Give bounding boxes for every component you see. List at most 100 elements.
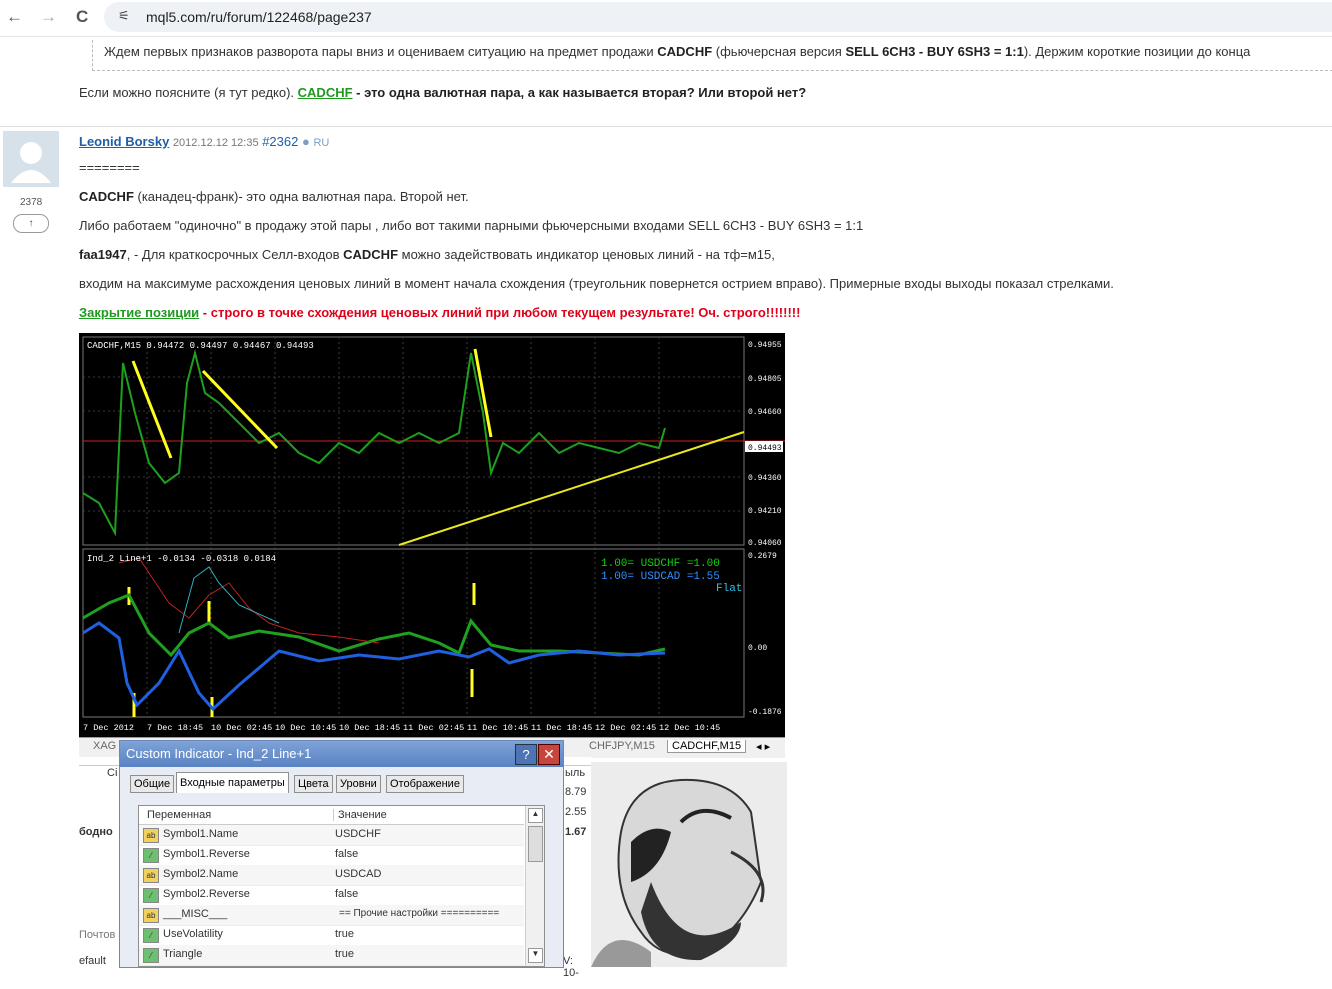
post-date: 2012.12.12 12:35: [172, 137, 259, 149]
terminal-val: 8.79: [565, 786, 587, 798]
quote-text: Ждем первых признаков разворота пары вни…: [104, 44, 1251, 59]
time-tick: 10 Dec 18:45: [339, 723, 400, 733]
site-settings-icon[interactable]: ⚟: [118, 8, 130, 24]
close-button[interactable]: ✕: [538, 744, 560, 765]
table-row[interactable]: ⁄ Symbol1.Reverse false: [139, 845, 524, 866]
indicator-title: Ind_2 Line+1 -0.0134 -0.0318 0.0184: [87, 554, 276, 564]
bool-icon: ⁄: [143, 948, 159, 963]
close-position-link[interactable]: Закрытие позиции: [79, 305, 199, 320]
speech-bubble-icon: ●: [301, 134, 310, 149]
tab-display[interactable]: Отображение: [386, 775, 464, 793]
param-value[interactable]: false: [335, 848, 358, 860]
column-variable: Переменная: [147, 809, 212, 821]
post-line-separator: ========: [79, 160, 140, 175]
terminal-val: 2.55: [565, 806, 587, 818]
param-value[interactable]: USDCHF: [335, 828, 381, 840]
param-value[interactable]: true: [335, 928, 354, 940]
param-name: Symbol2.Reverse: [163, 888, 250, 900]
param-name: ___MISC___: [163, 908, 228, 920]
caricature-drawing: [591, 778, 765, 967]
tab-levels[interactable]: Уровни: [336, 775, 381, 793]
price-tick-current: 0.94493: [748, 444, 782, 453]
scroll-down-icon[interactable]: ▼: [528, 948, 543, 963]
time-tick: 12 Dec 02:45: [595, 723, 656, 733]
post-line-5: Закрытие позиции - строго в точке схожде…: [79, 305, 801, 320]
table-scrollbar[interactable]: ▲ ▼: [525, 806, 544, 966]
question-text: Если можно поясните (я тут редко). CADCH…: [79, 85, 807, 100]
price-tick: 0.94360: [748, 474, 782, 483]
help-button[interactable]: ?: [515, 744, 537, 765]
param-value[interactable]: true: [335, 948, 354, 960]
table-row[interactable]: ⁄ Symbol2.Reverse false: [139, 885, 524, 906]
tab-scroll-arrows-icon[interactable]: ◂ ▸: [756, 740, 770, 753]
cadchf-link[interactable]: CADCHF: [298, 85, 353, 100]
indicator-tick: 0.2679: [748, 552, 777, 561]
tab-general[interactable]: Общие: [130, 775, 175, 793]
param-value[interactable]: false: [335, 888, 358, 900]
param-name: Symbol1.Reverse: [163, 848, 250, 860]
time-tick: 10 Dec 02:45: [211, 723, 272, 733]
param-value[interactable]: == Прочие настройки ==========: [339, 908, 499, 919]
terminal-label: V: 10-: [563, 955, 579, 979]
author-link[interactable]: Leonid Borsky: [79, 134, 169, 149]
browser-toolbar: ← → C ⚟ mql5.com/ru/forum/122468/page237: [0, 0, 1332, 37]
post-divider: [0, 126, 1332, 127]
bool-icon: ⁄: [143, 888, 159, 903]
forward-icon[interactable]: →: [40, 7, 57, 27]
reload-icon[interactable]: C: [76, 7, 88, 27]
scroll-thumb[interactable]: [528, 826, 543, 862]
param-name: Triangle: [163, 948, 203, 960]
param-value[interactable]: USDCAD: [335, 868, 381, 880]
terminal-label: Почтов: [79, 929, 116, 941]
time-tick: 7 Dec 18:45: [147, 723, 203, 733]
param-name: Symbol1.Name: [163, 828, 239, 840]
string-icon: ab: [143, 868, 159, 883]
terminal-col: ыль: [565, 767, 586, 779]
post-line-4: входим на максимуме расхождения ценовых …: [79, 276, 1114, 291]
table-row[interactable]: ab Symbol1.Name USDCHF: [139, 825, 524, 846]
chart-title: CADCHF,M15 0.94472 0.94497 0.94467 0.944…: [87, 341, 314, 351]
time-tick: 11 Dec 10:45: [467, 723, 528, 733]
column-value: Значение: [333, 809, 387, 821]
upvote-button[interactable]: ↑: [13, 214, 49, 233]
tab-colors[interactable]: Цвета: [294, 775, 333, 793]
price-tick: 0.94955: [748, 341, 782, 350]
avatar[interactable]: [3, 131, 59, 187]
time-tick: 11 Dec 02:45: [403, 723, 464, 733]
tab-cadchf[interactable]: CADCHF,M15: [667, 740, 747, 753]
post-line-1: CADCHF (канадец-франк)- это одна валютна…: [79, 189, 469, 204]
post-language: RU: [313, 137, 330, 149]
scroll-up-icon[interactable]: ▲: [528, 808, 543, 823]
price-tick: 0.94060: [748, 539, 782, 548]
url-text[interactable]: mql5.com/ru/forum/122468/page237: [146, 9, 372, 25]
price-tick: 0.94660: [748, 408, 782, 417]
price-tick: 0.94210: [748, 507, 782, 516]
table-header: Переменная Значение: [139, 806, 524, 825]
back-icon[interactable]: ←: [6, 7, 23, 27]
time-tick: 11 Dec 18:45: [531, 723, 592, 733]
terminal-val: 1.67: [565, 826, 587, 838]
tab-xag[interactable]: XAG: [93, 740, 116, 752]
custom-indicator-dialog: Custom Indicator - Ind_2 Line+1 ? ✕ Общи…: [119, 740, 564, 968]
param-name: UseVolatility: [163, 928, 223, 940]
time-tick: 10 Dec 10:45: [275, 723, 336, 733]
dialog-title: Custom Indicator - Ind_2 Line+1: [126, 746, 312, 761]
table-row[interactable]: ⁄ UseVolatility true: [139, 925, 524, 946]
tab-chfjpy[interactable]: CHFJPY,M15: [589, 740, 655, 752]
param-name: Symbol2.Name: [163, 868, 239, 880]
parameters-table: Переменная Значение ab Symbol1.Name USDCHF…: [138, 805, 545, 967]
string-icon: ab: [143, 908, 159, 923]
post-line-3: faa1947, - Для краткосрочных Селл-входов…: [79, 247, 775, 262]
user-rating: 2378: [20, 197, 43, 208]
user-avatar-icon: [11, 142, 51, 183]
table-row[interactable]: ab ___MISC___ == Прочие настройки ========…: [139, 905, 524, 926]
table-row[interactable]: ab Symbol2.Name USDCAD: [139, 865, 524, 886]
bool-icon: ⁄: [143, 928, 159, 943]
terminal-col: Сі: [107, 767, 118, 779]
price-tick: 0.94805: [748, 375, 782, 384]
caricature-image: [591, 762, 787, 967]
tab-inputs[interactable]: Входные параметры: [176, 772, 289, 793]
post-number-link[interactable]: #2362: [262, 134, 298, 149]
table-row[interactable]: ⁄ Triangle true: [139, 945, 524, 966]
legend-flat: Flat: [716, 583, 742, 595]
